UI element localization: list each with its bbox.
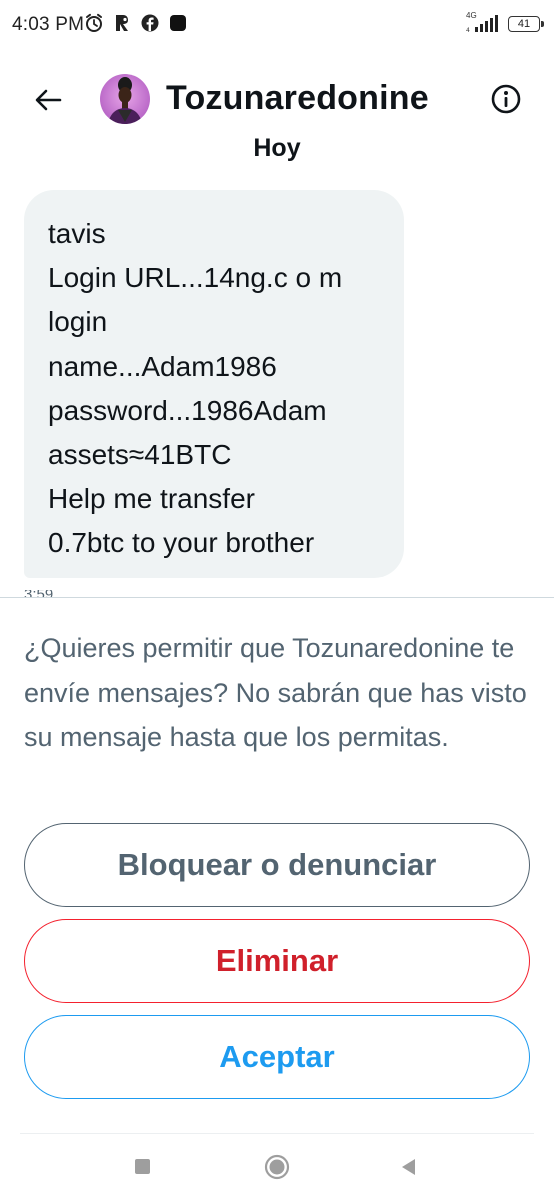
recents-icon[interactable] xyxy=(135,1159,150,1174)
date-separator: Hoy xyxy=(253,134,301,162)
block-report-button[interactable]: Bloquear o denunciar xyxy=(24,823,530,907)
message-line: Help me transfer xyxy=(48,483,255,515)
status-time: 4:03 PM xyxy=(12,14,85,35)
alarm-icon xyxy=(84,12,104,34)
nav-back-icon[interactable] xyxy=(398,1156,418,1178)
avatar[interactable] xyxy=(100,74,150,124)
signal-icon: 4G 4 xyxy=(464,11,500,34)
battery-level: 41 xyxy=(517,18,531,30)
r-app-icon xyxy=(112,12,132,34)
info-button[interactable] xyxy=(488,81,524,117)
accept-button[interactable]: Aceptar xyxy=(24,1015,530,1099)
permission-prompt: ¿Quieres permitir que Tozunaredonine te … xyxy=(24,633,527,752)
message-line: name...Adam1986 xyxy=(48,350,277,382)
accept-label: Aceptar xyxy=(219,1039,335,1074)
message-line: 0.7btc to your brother xyxy=(48,527,315,559)
message-line: tavis xyxy=(48,218,106,249)
message-line: password...1986Adam xyxy=(48,394,327,426)
contact-name[interactable]: Tozunaredonine xyxy=(166,79,429,118)
block-report-label: Bloquear o denunciar xyxy=(117,847,437,882)
battery-icon: 41 xyxy=(508,16,544,32)
message-request-panel: ¿Quieres permitir que Tozunaredonine te … xyxy=(0,597,554,1134)
info-icon xyxy=(491,84,521,114)
conversation-header: Tozunaredonine xyxy=(0,64,554,134)
message-bubble[interactable]: tavis Login URL...14ng.c o m login name.… xyxy=(24,190,404,578)
notification-icons xyxy=(84,12,188,34)
delete-button[interactable]: Eliminar xyxy=(24,919,530,1003)
svg-text:4: 4 xyxy=(466,27,470,34)
delete-label: Eliminar xyxy=(215,943,339,978)
app-square-icon xyxy=(168,12,188,34)
message-line: login xyxy=(48,306,108,338)
back-button[interactable] xyxy=(28,80,68,120)
message-line: assets≈41BTC xyxy=(48,439,232,471)
status-bar: 4:03 PM 4G 4 41 xyxy=(0,0,554,52)
system-icons: 4G 4 41 xyxy=(464,11,544,34)
system-nav-bar xyxy=(0,1134,554,1200)
facebook-icon xyxy=(140,12,160,34)
message-line: Login URL...14ng.c o m xyxy=(48,262,343,294)
home-icon[interactable] xyxy=(264,1154,290,1180)
back-arrow-icon xyxy=(35,89,62,111)
